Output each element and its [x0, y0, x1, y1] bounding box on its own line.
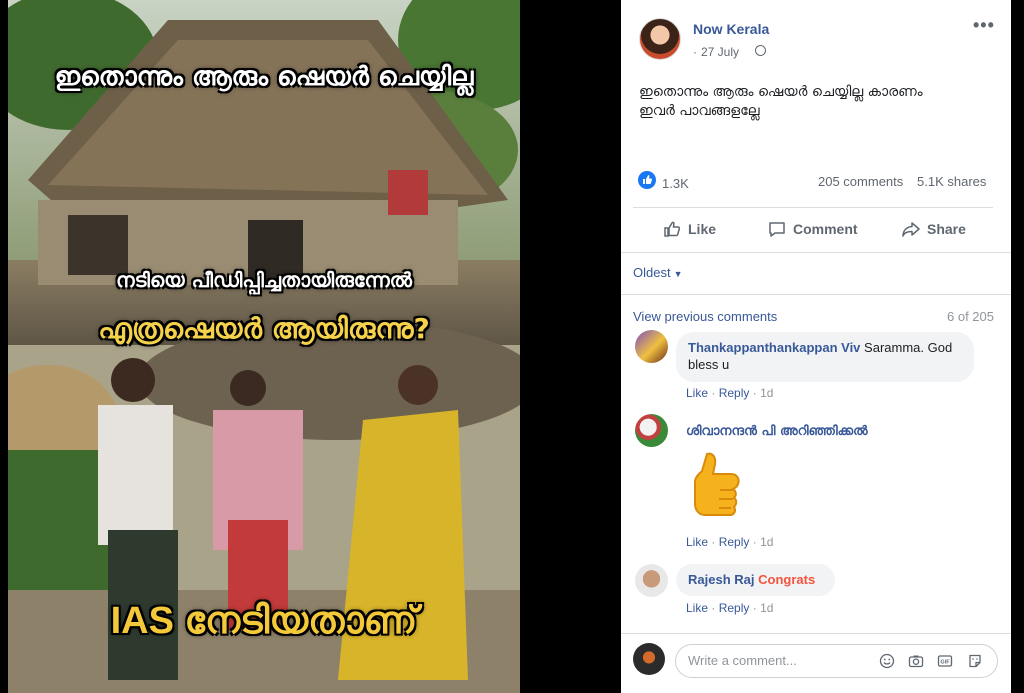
comment-author[interactable]: ശിവാനന്ദൻ പി അറിഞ്ഞിക്കൽ	[686, 424, 868, 439]
comment-label: Comment	[793, 221, 858, 237]
post-date[interactable]: 27 July	[701, 45, 739, 59]
page-avatar[interactable]	[639, 18, 681, 60]
comment-time[interactable]: 1d	[760, 535, 773, 549]
comment-count-indicator: 6 of 205	[947, 309, 994, 324]
post-photo[interactable]: ഇതൊന്നും ആരും ഷെയർ ചെയ്യില്ല നടിയെ പീഡിപ…	[8, 0, 520, 693]
thumbs-up-glyph	[643, 175, 652, 184]
divider	[621, 294, 1011, 295]
caret-down-icon: ▼	[673, 269, 683, 279]
share-button[interactable]: Share	[901, 219, 966, 239]
reaction-count[interactable]: 1.3K	[662, 176, 689, 191]
comment-bubble: Rajesh Raj Congrats	[676, 564, 835, 596]
comment-avatar[interactable]	[635, 330, 668, 363]
divider	[633, 207, 993, 208]
meme-caption-4: IAS നേടിയതാണ്	[110, 600, 418, 642]
comment-like-link[interactable]: Like	[686, 535, 708, 549]
current-user-avatar	[633, 643, 665, 675]
sticker-icon[interactable]	[967, 653, 983, 669]
meme-caption-3: എത്രഷെയർ ആയിരുന്നു?	[98, 312, 430, 345]
post-text-line-2: ഇവർ പാവങ്ങളല്ലേ	[639, 103, 760, 119]
svg-text:GIF: GIF	[940, 660, 950, 666]
comment-bubble: Thankappanthankappan Viv Saramma. God bl…	[676, 332, 974, 382]
comment-reply-link[interactable]: Reply	[719, 535, 750, 549]
thumbs-up-sticker-graphic	[694, 452, 740, 516]
more-options-icon[interactable]: •••	[973, 15, 995, 36]
meta-dot: ·	[752, 535, 761, 549]
comment-meta: Like · Reply · 1d	[686, 601, 773, 615]
comment-reply-link[interactable]: Reply	[719, 386, 750, 400]
meme-caption-2: നടിയെ പീഡിപ്പിച്ചതായിരുന്നേൽ	[116, 268, 412, 292]
meta-dot: ·	[711, 601, 719, 615]
comment-meta: Like · Reply · 1d	[686, 386, 773, 400]
share-label: Share	[927, 221, 966, 237]
sort-comments-dropdown[interactable]: Oldest ▼	[633, 265, 683, 280]
thumbs-up-sticker	[685, 450, 749, 526]
meta-dot: ·	[711, 386, 719, 400]
emoji-icon[interactable]	[879, 653, 895, 669]
comment-icon	[769, 222, 785, 237]
meta-dot: ·	[752, 601, 761, 615]
page-name[interactable]: Now Kerala	[693, 21, 769, 37]
like-label: Like	[688, 221, 717, 237]
globe-icon[interactable]	[755, 45, 766, 56]
comment-author[interactable]: Thankappanthankappan Viv	[688, 340, 860, 355]
comments-count[interactable]: 205 comments	[818, 174, 903, 189]
gif-icon[interactable]: GIF	[937, 653, 953, 669]
comment-button[interactable]: Comment	[767, 219, 858, 239]
post-text: ഇതൊന്നും ആരും ഷെയർ ചെയ്യില്ല കാരണം ഇവർ പ…	[639, 83, 989, 121]
date-separator: ·	[693, 45, 697, 59]
comment-meta: Like · Reply · 1d	[686, 535, 773, 549]
post-text-line-1: ഇതൊന്നും ആരും ഷെയർ ചെയ്യില്ല കാരണം	[639, 84, 923, 100]
comment-like-link[interactable]: Like	[686, 601, 708, 615]
like-icon	[664, 221, 681, 237]
view-previous-comments-link[interactable]: View previous comments	[633, 309, 777, 324]
comment-time[interactable]: 1d	[760, 601, 773, 615]
comment-author[interactable]: Rajesh Raj	[688, 572, 754, 587]
photo-illustration	[8, 0, 520, 693]
comment-text: Congrats	[758, 572, 816, 587]
post-panel: Now Kerala 27 July · ••• ഇതൊന്നും ആരും ഷ…	[621, 0, 1011, 693]
comment-like-link[interactable]: Like	[686, 386, 708, 400]
like-reaction-icon[interactable]	[638, 171, 656, 189]
comment-reply-link[interactable]: Reply	[719, 601, 750, 615]
comment-avatar[interactable]	[635, 414, 668, 447]
camera-icon[interactable]	[908, 653, 924, 669]
like-button[interactable]: Like	[662, 219, 716, 239]
shares-count[interactable]: 5.1K shares	[917, 174, 986, 189]
sort-label: Oldest	[633, 265, 671, 280]
meta-dot: ·	[752, 386, 761, 400]
share-icon	[902, 222, 920, 237]
meta-dot: ·	[711, 535, 719, 549]
comment-avatar[interactable]	[635, 564, 668, 597]
comment-time[interactable]: 1d	[760, 386, 773, 400]
meme-caption-1: ഇതൊന്നും ആരും ഷെയർ ചെയ്യില്ല	[54, 62, 474, 92]
